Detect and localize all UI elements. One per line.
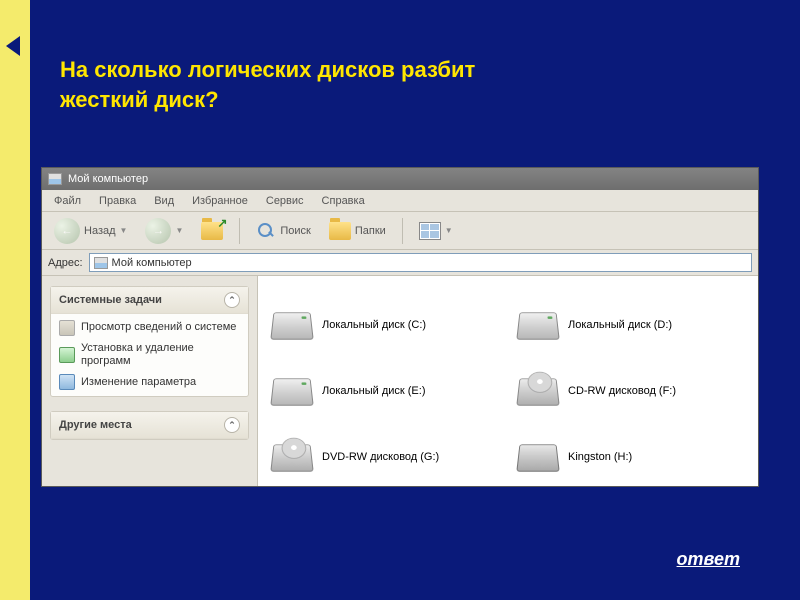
- window-title: Мой компьютер: [68, 173, 148, 185]
- panel-body: Просмотр сведений о системе Установка и …: [51, 314, 248, 396]
- drive-h[interactable]: Kingston (H:): [518, 426, 744, 488]
- separator: [239, 218, 240, 244]
- settings-icon: [59, 374, 75, 390]
- drive-f[interactable]: CD-RW дисковод (F:): [518, 360, 744, 422]
- task-change-setting[interactable]: Изменение параметра: [59, 374, 240, 390]
- folders-icon: [329, 222, 351, 240]
- panel-title: Другие места: [59, 419, 132, 431]
- chevron-up-icon: ⌃: [224, 292, 240, 308]
- flash-drive-icon: [516, 444, 559, 471]
- menubar: Файл Правка Вид Избранное Сервис Справка: [42, 190, 758, 212]
- views-button[interactable]: ▼: [413, 220, 459, 242]
- folders-button[interactable]: Папки: [323, 220, 392, 242]
- slide-title: На сколько логических дисков разбит жест…: [60, 55, 560, 114]
- search-button[interactable]: Поиск: [250, 219, 316, 243]
- dropdown-arrow-icon: ▼: [445, 226, 453, 235]
- panel-header[interactable]: Другие места ⌃: [51, 412, 248, 439]
- forward-icon: →: [145, 218, 171, 244]
- address-bar: Адрес: Мой компьютер: [42, 250, 758, 276]
- drive-g[interactable]: DVD-RW дисковод (G:): [272, 426, 498, 488]
- hdd-icon: [516, 312, 559, 339]
- drives-pane: Локальный диск (C:) Локальный диск (D:) …: [258, 276, 758, 486]
- task-label: Просмотр сведений о системе: [81, 321, 236, 334]
- search-icon: [256, 221, 276, 241]
- panel-header[interactable]: Системные задачи ⌃: [51, 287, 248, 314]
- drive-label: Локальный диск (C:): [322, 319, 426, 331]
- back-button[interactable]: ← Назад ▼: [48, 216, 133, 246]
- separator: [402, 218, 403, 244]
- drive-e[interactable]: Локальный диск (E:): [272, 360, 498, 422]
- content-area: Системные задачи ⌃ Просмотр сведений о с…: [42, 276, 758, 486]
- menu-favorites[interactable]: Избранное: [184, 193, 256, 209]
- other-places-panel: Другие места ⌃: [50, 411, 249, 440]
- drive-c[interactable]: Локальный диск (C:): [272, 294, 498, 356]
- toolbar: ← Назад ▼ → ▼ Поиск Папки ▼: [42, 212, 758, 250]
- folders-label: Папки: [355, 225, 386, 237]
- back-icon: ←: [54, 218, 80, 244]
- forward-button[interactable]: → ▼: [139, 216, 189, 246]
- drive-d[interactable]: Локальный диск (D:): [518, 294, 744, 356]
- dropdown-arrow-icon: ▼: [175, 226, 183, 235]
- hdd-icon: [270, 378, 313, 405]
- address-label: Адрес:: [48, 257, 83, 269]
- my-computer-icon: [94, 257, 108, 269]
- menu-edit[interactable]: Правка: [91, 193, 144, 209]
- task-label: Изменение параметра: [81, 376, 196, 389]
- drive-label: DVD-RW дисковод (G:): [322, 451, 439, 463]
- back-label: Назад: [84, 225, 116, 237]
- address-input[interactable]: Мой компьютер: [89, 253, 752, 272]
- optical-drive-icon: [516, 378, 559, 405]
- drive-label: CD-RW дисковод (F:): [568, 385, 676, 397]
- optical-drive-icon: [270, 444, 313, 471]
- system-tasks-panel: Системные задачи ⌃ Просмотр сведений о с…: [50, 286, 249, 397]
- slide-back-triangle[interactable]: [6, 36, 20, 56]
- up-button[interactable]: [195, 220, 229, 242]
- address-value: Мой компьютер: [112, 257, 192, 269]
- answer-link[interactable]: ответ: [677, 549, 740, 570]
- drive-label: Локальный диск (D:): [568, 319, 672, 331]
- info-icon: [59, 320, 75, 336]
- programs-icon: [59, 347, 75, 363]
- my-computer-icon: [48, 173, 62, 185]
- drive-label: Kingston (H:): [568, 451, 632, 463]
- tasks-sidebar: Системные задачи ⌃ Просмотр сведений о с…: [42, 276, 258, 486]
- chevron-up-icon: ⌃: [224, 417, 240, 433]
- views-icon: [419, 222, 441, 240]
- menu-view[interactable]: Вид: [146, 193, 182, 209]
- search-label: Поиск: [280, 225, 310, 237]
- panel-title: Системные задачи: [59, 294, 162, 306]
- folder-up-icon: [201, 222, 223, 240]
- task-label: Установка и удаление программ: [81, 342, 240, 368]
- titlebar: Мой компьютер: [42, 168, 758, 190]
- task-system-info[interactable]: Просмотр сведений о системе: [59, 320, 240, 336]
- task-add-remove[interactable]: Установка и удаление программ: [59, 342, 240, 368]
- drive-label: Локальный диск (E:): [322, 385, 426, 397]
- menu-tools[interactable]: Сервис: [258, 193, 312, 209]
- menu-file[interactable]: Файл: [46, 193, 89, 209]
- explorer-window: Мой компьютер Файл Правка Вид Избранное …: [41, 167, 759, 487]
- menu-help[interactable]: Справка: [314, 193, 373, 209]
- hdd-icon: [270, 312, 313, 339]
- dropdown-arrow-icon: ▼: [120, 226, 128, 235]
